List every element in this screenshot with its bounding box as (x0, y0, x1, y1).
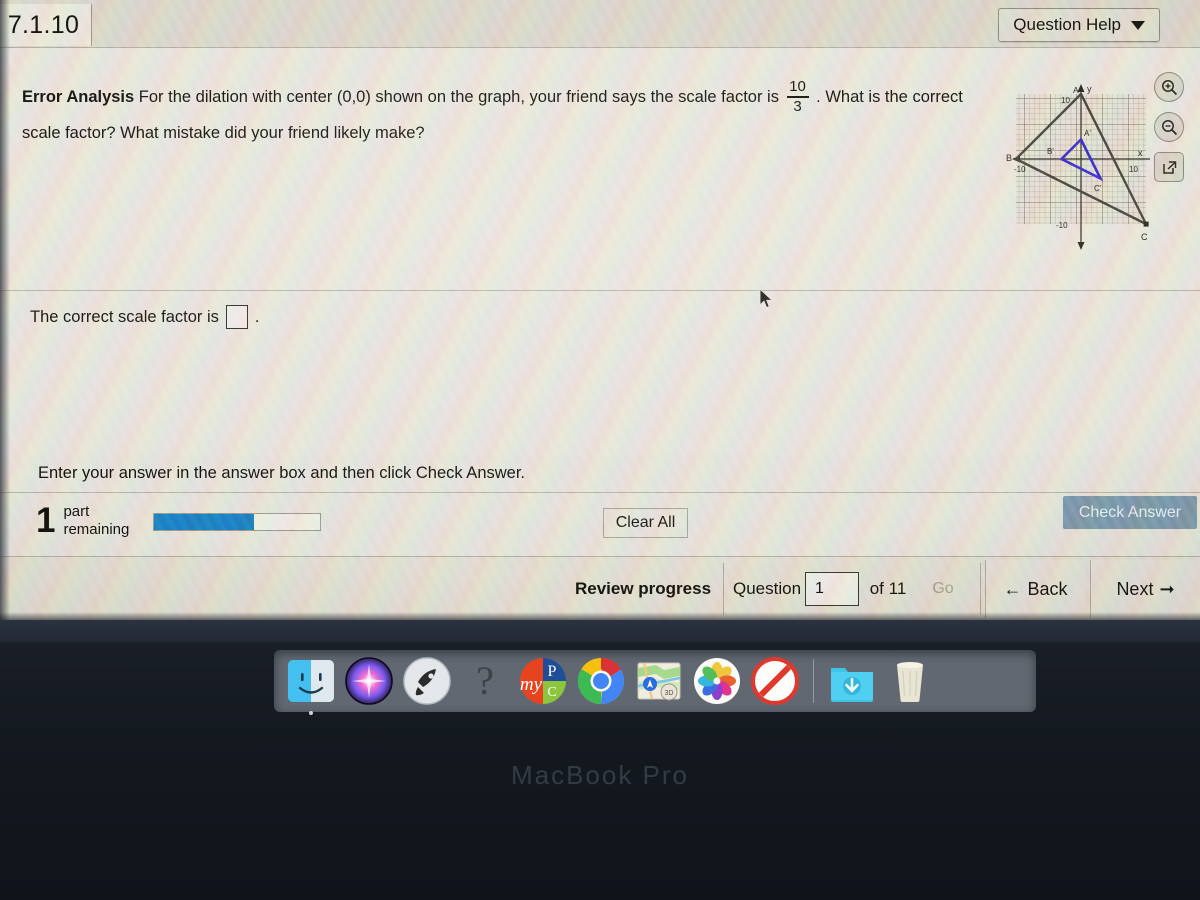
launchpad-icon[interactable] (402, 656, 452, 706)
open-in-new-icon[interactable] (1154, 152, 1184, 182)
photos-icon[interactable] (692, 656, 742, 706)
arrow-right-icon: ➞ (1159, 578, 1175, 599)
question-text-part1: For the dilation with center (0,0) shown… (138, 88, 779, 107)
chrome-icon[interactable] (576, 656, 626, 706)
siri-icon[interactable] (344, 656, 394, 706)
progress-bar (153, 513, 321, 531)
help-icon[interactable]: ? (460, 656, 510, 706)
mypearson-icon[interactable]: my P C (518, 656, 568, 706)
svg-text:x: x (1138, 148, 1143, 158)
scale-factor-fraction: 10 3 (786, 78, 809, 115)
graph-tool-strip (1154, 72, 1192, 192)
finder-icon[interactable] (286, 656, 336, 715)
svg-text:A: A (1073, 85, 1079, 95)
divider (980, 563, 981, 615)
dock-running-dot (309, 711, 313, 715)
question-number-input[interactable]: 1 (805, 572, 859, 606)
dock-divider (813, 659, 814, 703)
answer-prompt-row: The correct scale factor is . (30, 305, 260, 329)
question-text: Error Analysis For the dilation with cen… (22, 78, 987, 150)
svg-text:C: C (547, 685, 556, 700)
answer-prompt-label: The correct scale factor is (30, 307, 219, 326)
svg-text:my: my (520, 674, 543, 695)
svg-text:-10: -10 (1014, 165, 1026, 174)
divider (723, 563, 724, 615)
back-label: Back (1027, 578, 1068, 599)
clear-all-button[interactable]: Clear All (603, 508, 688, 538)
mac-dock: ? my P C 3D (274, 650, 1036, 715)
no-entry-icon[interactable] (750, 656, 800, 706)
svg-text:y: y (1087, 84, 1092, 94)
back-button[interactable]: ← Back (985, 560, 1085, 618)
progress-bar-fill (154, 514, 254, 530)
answer-trailing-period: . (254, 307, 260, 326)
svg-text:P: P (548, 663, 557, 680)
next-label: Next (1116, 578, 1154, 599)
question-help-label: Question Help (1013, 15, 1121, 34)
question-help-button[interactable]: Question Help (998, 8, 1160, 42)
trash-icon[interactable] (885, 656, 935, 706)
chevron-down-icon (1131, 20, 1145, 30)
svg-text:10: 10 (1061, 96, 1070, 105)
next-button[interactable]: Next ➞ (1090, 560, 1200, 618)
svg-text:-10: -10 (1056, 221, 1068, 230)
maps-icon[interactable]: 3D (634, 656, 684, 706)
answer-zone: The correct scale factor is . (0, 290, 1200, 455)
question-tab-bar: 7.1.10 Question Help (0, 0, 1200, 48)
downloads-folder-icon[interactable] (827, 656, 877, 706)
zoom-in-icon[interactable] (1154, 72, 1184, 102)
scale-factor-input[interactable] (225, 305, 248, 329)
parts-remaining-count: 1 (36, 501, 56, 540)
dilation-graph[interactable]: y x A B C A' B' C' 10 -10 10 -10 (998, 72, 1150, 252)
fraction-denominator: 3 (793, 97, 802, 115)
svg-text:C: C (1141, 232, 1148, 242)
svg-text:A': A' (1084, 129, 1091, 138)
parts-remaining: 1 part remaining (36, 503, 129, 539)
zoom-out-icon[interactable] (1154, 112, 1184, 142)
mouse-cursor (759, 287, 774, 315)
photographed-laptop: 7.1.10 Question Help Error Analysis For … (0, 0, 1200, 900)
fraction-numerator: 10 (789, 78, 806, 95)
svg-text:C': C' (1094, 184, 1102, 193)
svg-text:B': B' (1047, 147, 1054, 156)
parts-remaining-label: part remaining (63, 503, 129, 539)
laptop-screen: 7.1.10 Question Help Error Analysis For … (0, 0, 1200, 624)
bottom-navigation-bar: Review progress Question 1 of 11 Go ← Ba… (0, 556, 1200, 620)
dilation-graph-svg: y x A B C A' B' C' 10 -10 10 -10 (1006, 84, 1150, 250)
question-bold-lead: Error Analysis (22, 88, 135, 107)
desktop-strip (0, 620, 1200, 642)
question-footer: 1 part remaining (0, 493, 1200, 556)
screen-edge-left (0, 0, 10, 624)
check-answer-button[interactable]: Check Answer (1063, 496, 1197, 529)
parts-remaining-line1: part (63, 503, 90, 520)
laptop-brand-label: MacBook Pro (510, 760, 690, 790)
instruction-text: Enter your answer in the answer box and … (38, 464, 525, 482)
svg-text:10: 10 (1129, 165, 1138, 174)
svg-text:3D: 3D (665, 690, 674, 697)
svg-text:B: B (1006, 153, 1012, 163)
svg-text:?: ? (476, 658, 494, 703)
arrow-left-icon: ← (1003, 578, 1022, 599)
question-number-tab[interactable]: 7.1.10 (0, 4, 92, 46)
parts-remaining-line2: remaining (63, 521, 130, 538)
question-number-input-wrap: 1 (805, 572, 859, 606)
